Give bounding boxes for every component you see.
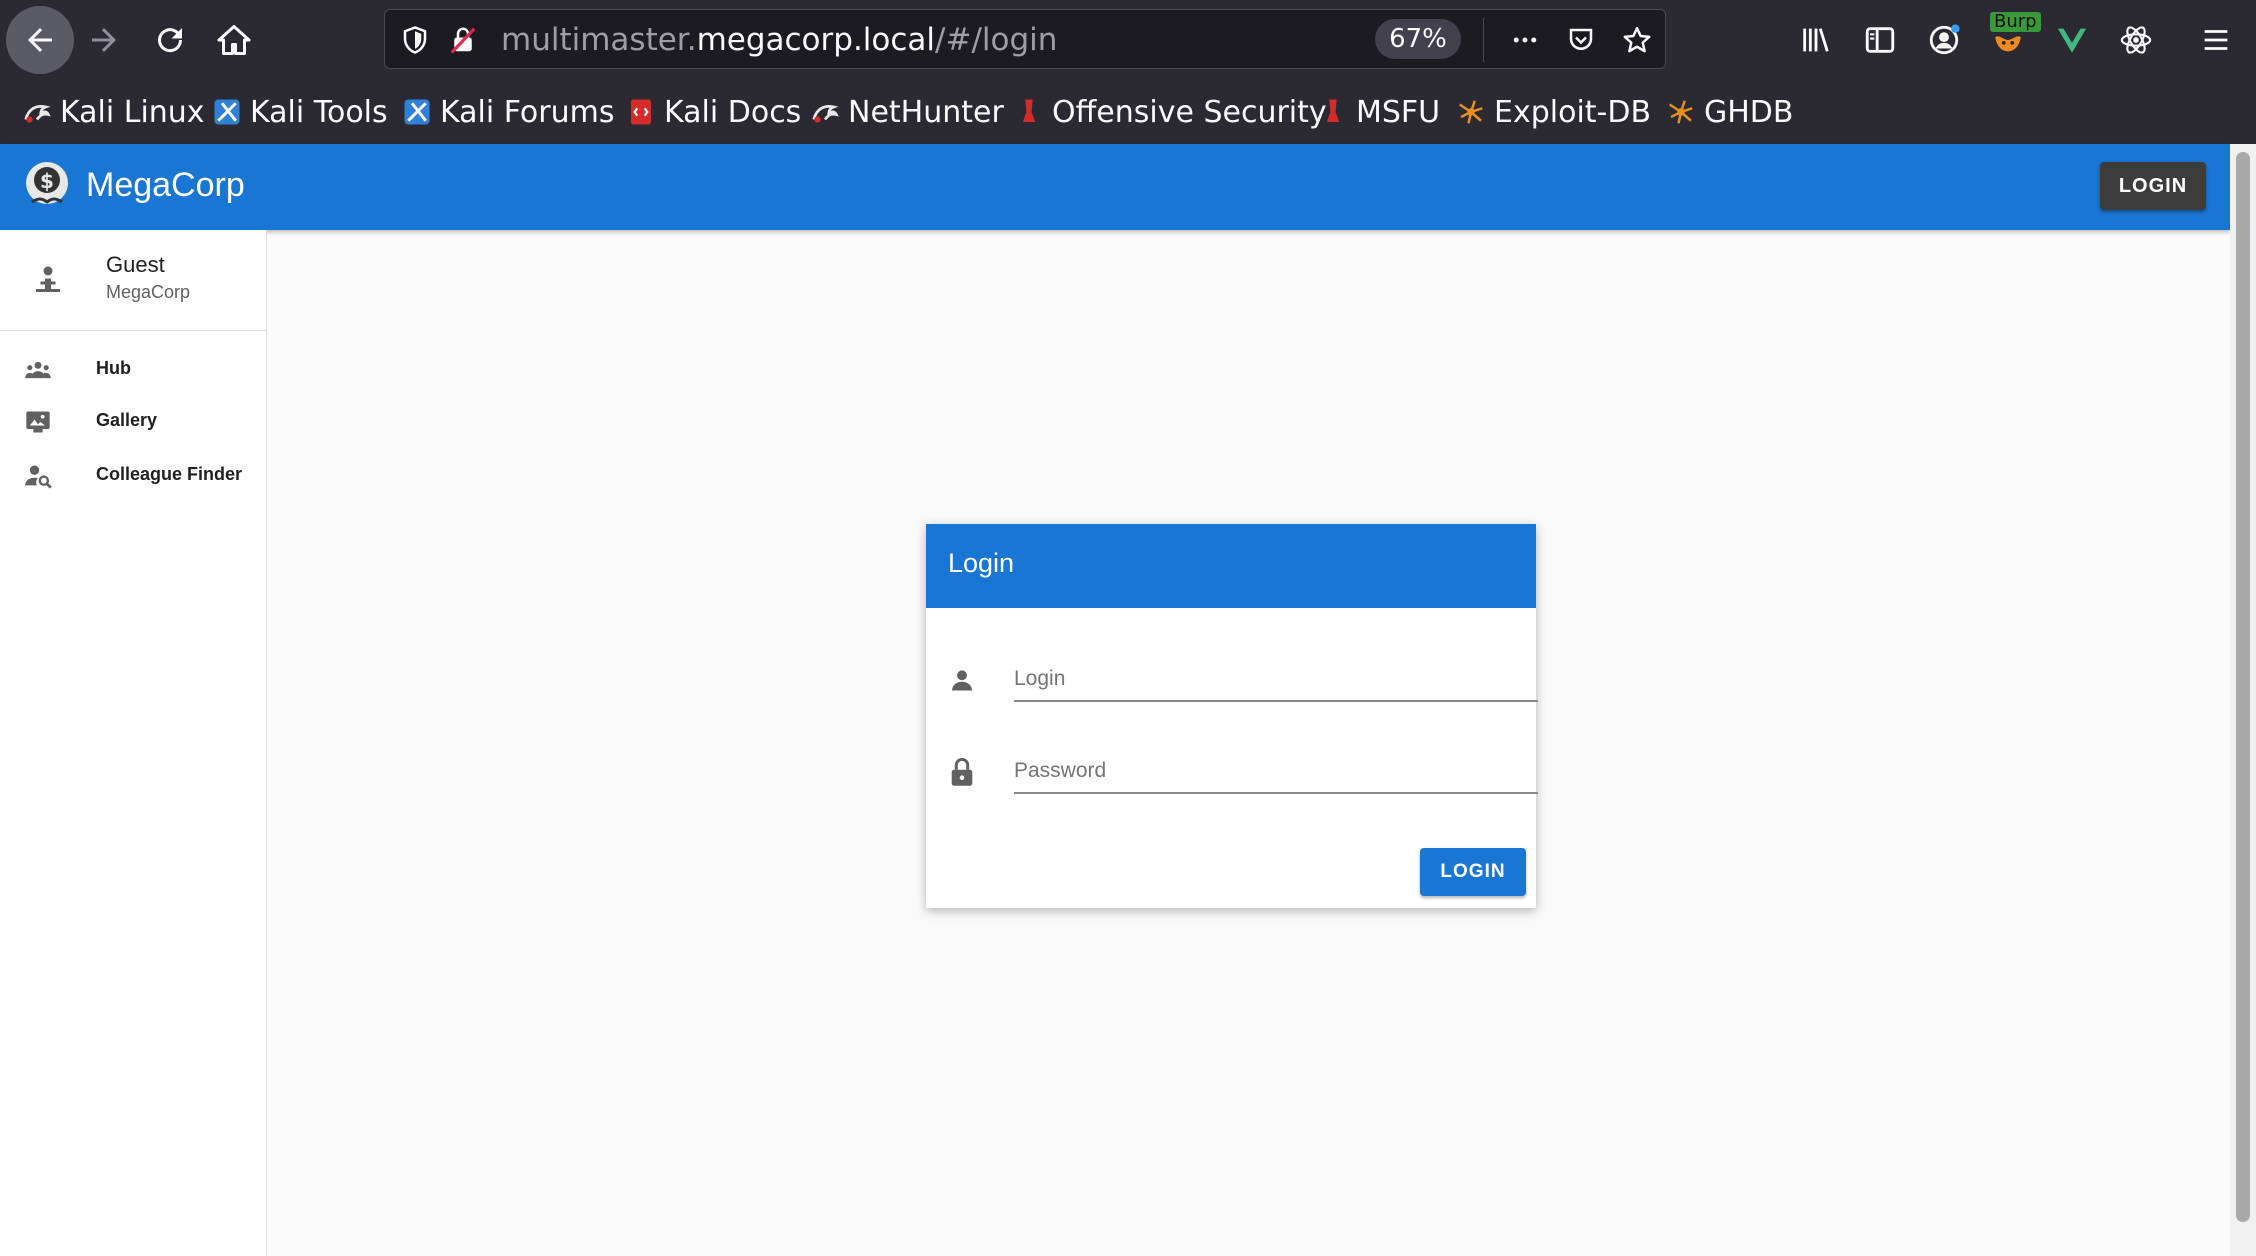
sidebar-item-colleague-finder[interactable]: Colleague Finder (0, 450, 266, 502)
back-button[interactable] (6, 6, 74, 74)
sidebar-item-gallery[interactable]: Gallery (0, 396, 266, 448)
scrollbar-thumb[interactable] (2236, 152, 2250, 1222)
hamburger-menu-icon[interactable] (2196, 20, 2236, 60)
url-bar[interactable]: multimaster.megacorp.local/#/login 67% (384, 9, 1666, 69)
people-icon (25, 361, 51, 379)
page-actions-icon[interactable] (1507, 22, 1543, 58)
reload-icon (158, 28, 183, 53)
library-icon[interactable] (1796, 20, 1836, 60)
brand-name[interactable]: MegaCorp (86, 166, 245, 205)
password-input[interactable] (1014, 750, 1538, 794)
guest-user-icon (36, 266, 60, 292)
bookmarks-bar: Kali Linux Kali Tools Kali Forums Kali D… (0, 80, 2256, 145)
megacorp-logo-icon[interactable]: $ (24, 160, 70, 210)
bookmark-nethunter[interactable]: NetHunter (810, 92, 1004, 132)
person-icon (952, 670, 972, 691)
sidebar-item-label: Gallery (96, 410, 158, 430)
forward-button[interactable] (70, 6, 138, 74)
sidebar-toggle-icon[interactable] (1860, 20, 1900, 60)
sidebar-item-hub[interactable]: Hub (0, 344, 266, 396)
sidebar: Guest MegaCorp Hub Gallery Colleague Fin (0, 230, 267, 1256)
bookmark-kali-linux[interactable]: Kali Linux (22, 92, 205, 132)
nethunter-icon (812, 105, 839, 123)
home-icon (217, 25, 251, 55)
arrow-left-icon (28, 28, 52, 52)
url-text[interactable]: multimaster.megacorp.local/#/login (501, 22, 1057, 58)
urlbar-separator (1483, 18, 1484, 62)
bookmark-offensive-security[interactable]: Offensive Security (1014, 92, 1327, 132)
kali-forums-icon (404, 99, 430, 125)
login-input[interactable] (1014, 658, 1538, 702)
login-submit-button[interactable]: LOGIN (1420, 848, 1526, 896)
home-button[interactable] (200, 6, 268, 74)
lock-icon (951, 757, 973, 786)
login-card-title: Login (948, 548, 1015, 578)
account-icon[interactable] (1924, 20, 1964, 60)
user-org: MegaCorp (106, 282, 191, 302)
bookmark-ghdb[interactable]: GHDB (1666, 92, 1794, 132)
arrow-right-icon (92, 28, 116, 52)
sidebar-item-label: Hub (96, 358, 131, 378)
pocket-icon[interactable] (1563, 22, 1599, 58)
person-search-icon (25, 465, 52, 489)
user-name: Guest (106, 252, 165, 277)
kali-tools-icon (214, 99, 240, 125)
sidebar-item-label: Colleague Finder (96, 464, 243, 484)
bookmark-star-icon[interactable] (1619, 22, 1655, 58)
svg-text:$: $ (40, 169, 54, 193)
login-card: Login LOGIN (926, 524, 1538, 908)
shield-icon[interactable] (397, 22, 433, 58)
exploit-db-spider-icon (1459, 100, 1483, 124)
offsec-icon (1022, 99, 1036, 122)
app-bar: $ MegaCorp LOGIN (0, 144, 2230, 230)
zoom-level-badge[interactable]: 67% (1375, 19, 1461, 59)
bookmark-msfu[interactable]: MSFU (1318, 92, 1440, 132)
react-devtools-icon[interactable] (2116, 20, 2156, 60)
bookmark-exploit-db[interactable]: Exploit-DB (1456, 92, 1651, 132)
reload-button[interactable] (136, 6, 204, 74)
kali-docs-icon (631, 99, 651, 125)
insecure-lock-icon[interactable] (445, 22, 481, 58)
bookmark-kali-docs[interactable]: Kali Docs (626, 92, 801, 132)
header-login-button[interactable]: LOGIN (2100, 162, 2206, 210)
gallery-icon (26, 411, 50, 433)
foxyproxy-icon[interactable] (1988, 20, 2028, 60)
password-field (948, 746, 1538, 802)
vue-devtools-icon[interactable] (2052, 20, 2092, 60)
kali-dragon-icon (24, 105, 51, 123)
login-field (948, 654, 1538, 710)
login-card-header: Login (926, 524, 1536, 608)
ghdb-spider-icon (1669, 100, 1693, 124)
user-profile: Guest MegaCorp (0, 230, 266, 331)
web-page: $ MegaCorp LOGIN Guest MegaCorp Hub Gall… (0, 144, 2256, 1256)
bookmark-kali-forums[interactable]: Kali Forums (402, 92, 614, 132)
browser-toolbar: multimaster.megacorp.local/#/login 67% B… (0, 0, 2256, 80)
msfu-icon (1326, 99, 1340, 122)
bookmark-kali-tools[interactable]: Kali Tools (212, 92, 388, 132)
